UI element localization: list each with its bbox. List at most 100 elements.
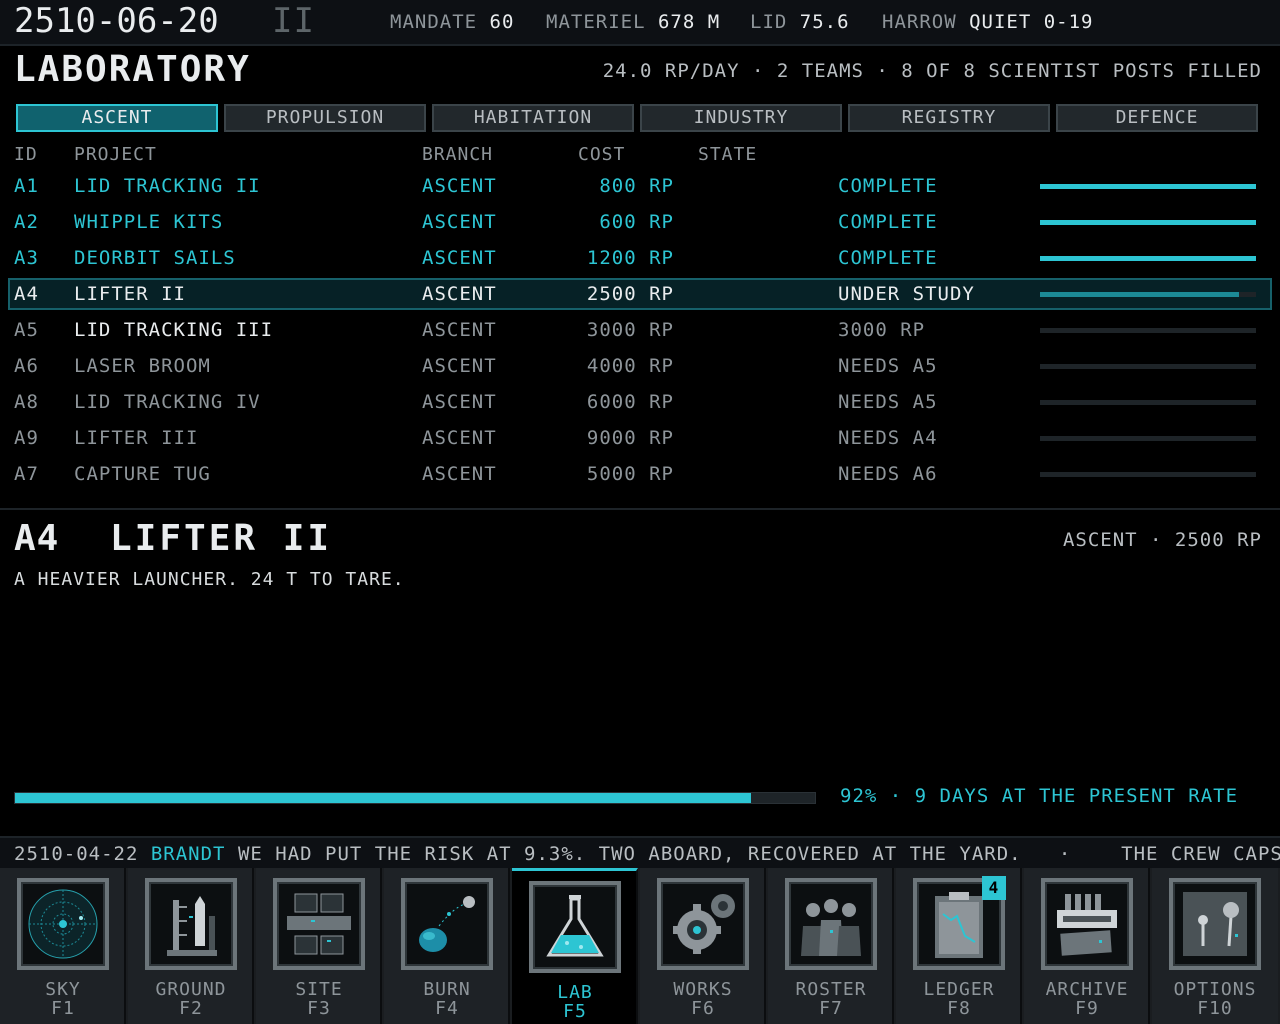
row-cost: 4000 RP <box>586 355 674 377</box>
dock-key: F1 <box>51 998 75 1019</box>
row-id: A2 <box>14 211 39 233</box>
row-progress-bar <box>1040 256 1256 261</box>
row-state: NEEDS A4 <box>838 427 938 449</box>
row-id: A5 <box>14 319 39 341</box>
row-branch: ASCENT <box>422 247 497 269</box>
dock-label: SITE <box>295 979 343 1000</box>
dock-button-sky[interactable]: SKY F1 <box>0 868 126 1024</box>
stat-materiel: MATERIEL 678 M <box>546 11 721 33</box>
row-progress-bar <box>1040 292 1256 297</box>
col-header-cost: COST <box>578 144 626 165</box>
detail-meta: ASCENT · 2500 RP <box>1062 529 1262 551</box>
dock-button-options[interactable]: OPTIONS F10 <box>1152 868 1278 1024</box>
ticker-speaker: BRANDT <box>150 843 226 865</box>
ledger-notification-badge: 4 <box>982 876 1006 900</box>
dock-button-site[interactable]: SITE F3 <box>256 868 382 1024</box>
ticker-message: WE HAD PUT THE RISK AT 9.3%. TWO ABOARD,… <box>237 843 1022 865</box>
row-progress-fill <box>1040 256 1256 261</box>
dock-key: F4 <box>435 998 459 1019</box>
tab-ascent[interactable]: ASCENT <box>16 104 218 132</box>
tab-habitation[interactable]: HABITATION <box>432 104 634 132</box>
row-state: NEEDS A5 <box>838 355 938 377</box>
gears-icon <box>673 894 735 954</box>
row-branch: ASCENT <box>422 319 497 341</box>
table-row[interactable]: A5 LID TRACKING III ASCENT 3000 RP 3000 RP <box>8 314 1272 346</box>
tab-industry[interactable]: INDUSTRY <box>640 104 842 132</box>
news-ticker: 2510-04-22 BRANDT WE HAD PUT THE RISK AT… <box>0 836 1280 870</box>
table-row[interactable]: A4 LIFTER II ASCENT 2500 RP UNDER STUDY <box>8 278 1272 310</box>
tab-propulsion[interactable]: PROPULSION <box>224 104 426 132</box>
dock-label: WORKS <box>673 979 733 1000</box>
ticker-line: 2510-04-22 BRANDT WE HAD PUT THE RISK AT… <box>14 838 1280 870</box>
col-header-state: STATE <box>698 144 758 165</box>
table-row[interactable]: A2 WHIPPLE KITS ASCENT 600 RP COMPLETE <box>8 206 1272 238</box>
stat-mandate: MANDATE 60 <box>390 11 515 33</box>
row-state: COMPLETE <box>838 175 938 197</box>
table-row[interactable]: A1 LID TRACKING II ASCENT 800 RP COMPLETE <box>8 170 1272 202</box>
dock-label: BURN <box>423 979 471 1000</box>
detail-id: A4 <box>14 518 60 559</box>
row-cost: 9000 RP <box>586 427 674 449</box>
row-progress-fill <box>1040 220 1256 225</box>
table-row[interactable]: A6 LASER BROOM ASCENT 4000 RP NEEDS A5 <box>8 350 1272 382</box>
dock-button-archive[interactable]: ARCHIVE F9 <box>1024 868 1150 1024</box>
row-branch: ASCENT <box>422 427 497 449</box>
dock-button-roster[interactable]: ROSTER F7 <box>768 868 894 1024</box>
row-project-name: DEORBIT SAILS <box>74 247 236 269</box>
dock-button-burn[interactable]: BURN F4 <box>384 868 510 1024</box>
row-project-name: LASER BROOM <box>74 355 211 377</box>
dock-label: SKY <box>45 979 81 1000</box>
row-progress-bar <box>1040 472 1256 477</box>
row-id: A9 <box>14 427 39 449</box>
research-progress-bar <box>14 792 816 804</box>
dock-key: F7 <box>819 998 843 1019</box>
row-cost: 5000 RP <box>586 463 674 485</box>
ticker-separator: · <box>1058 843 1072 865</box>
row-progress-fill <box>1040 292 1239 297</box>
joystick-icon <box>1183 892 1247 956</box>
game-date: 2510-06-20 <box>14 1 219 41</box>
ticker-next: THE CREW CAPSUL <box>1121 843 1280 865</box>
row-state: NEEDS A5 <box>838 391 938 413</box>
table-row[interactable]: A3 DEORBIT SAILS ASCENT 1200 RP COMPLETE <box>8 242 1272 274</box>
col-header-id: ID <box>14 144 38 165</box>
row-progress-bar <box>1040 400 1256 405</box>
dock-button-ground[interactable]: GROUND F2 <box>128 868 254 1024</box>
row-id: A1 <box>14 175 39 197</box>
tab-registry[interactable]: REGISTRY <box>848 104 1050 132</box>
row-state: UNDER STUDY <box>838 283 975 305</box>
row-progress-fill <box>1040 184 1256 189</box>
table-row[interactable]: A8 LID TRACKING IV ASCENT 6000 RP NEEDS A5 <box>8 386 1272 418</box>
dock-label: GROUND <box>155 979 227 1000</box>
col-header-branch: BRANCH <box>422 144 494 165</box>
row-cost: 6000 RP <box>586 391 674 413</box>
row-progress-bar <box>1040 436 1256 441</box>
col-header-project: PROJECT <box>74 144 157 165</box>
row-cost: 3000 RP <box>586 319 674 341</box>
dock-button-works[interactable]: WORKS F6 <box>640 868 766 1024</box>
dock-button-ledger[interactable]: 4 LEDGER F8 <box>896 868 1022 1024</box>
radar-icon <box>28 889 98 959</box>
table-row[interactable]: A7 CAPTURE TUG ASCENT 5000 RP NEEDS A6 <box>8 458 1272 490</box>
row-branch: ASCENT <box>422 283 497 305</box>
row-cost: 1200 RP <box>586 247 674 269</box>
row-progress-bar <box>1040 328 1256 333</box>
page-title: LABORATORY <box>14 49 251 90</box>
table-row[interactable]: A9 LIFTER III ASCENT 9000 RP NEEDS A4 <box>8 422 1272 454</box>
row-state: NEEDS A6 <box>838 463 938 485</box>
dock-button-lab[interactable]: LAB F5 <box>512 868 638 1024</box>
row-project-name: LID TRACKING IV <box>74 391 261 413</box>
row-progress-bar <box>1040 184 1256 189</box>
row-branch: ASCENT <box>422 175 497 197</box>
screen-dock: SKY F1 GROUND F2 SITE F3 BURN F4 LAB F5 … <box>0 868 1280 1024</box>
row-project-name: LID TRACKING III <box>74 319 274 341</box>
dock-key: F3 <box>307 998 331 1019</box>
row-branch: ASCENT <box>422 391 497 413</box>
dock-label: LEDGER <box>923 979 995 1000</box>
row-project-name: CAPTURE TUG <box>74 463 211 485</box>
row-state: COMPLETE <box>838 247 938 269</box>
dock-key: F5 <box>563 1001 587 1022</box>
lab-summary: 24.0 RP/DAY · 2 TEAMS · 8 OF 8 SCIENTIST… <box>602 60 1262 82</box>
row-id: A8 <box>14 391 39 413</box>
tab-defence[interactable]: DEFENCE <box>1056 104 1258 132</box>
